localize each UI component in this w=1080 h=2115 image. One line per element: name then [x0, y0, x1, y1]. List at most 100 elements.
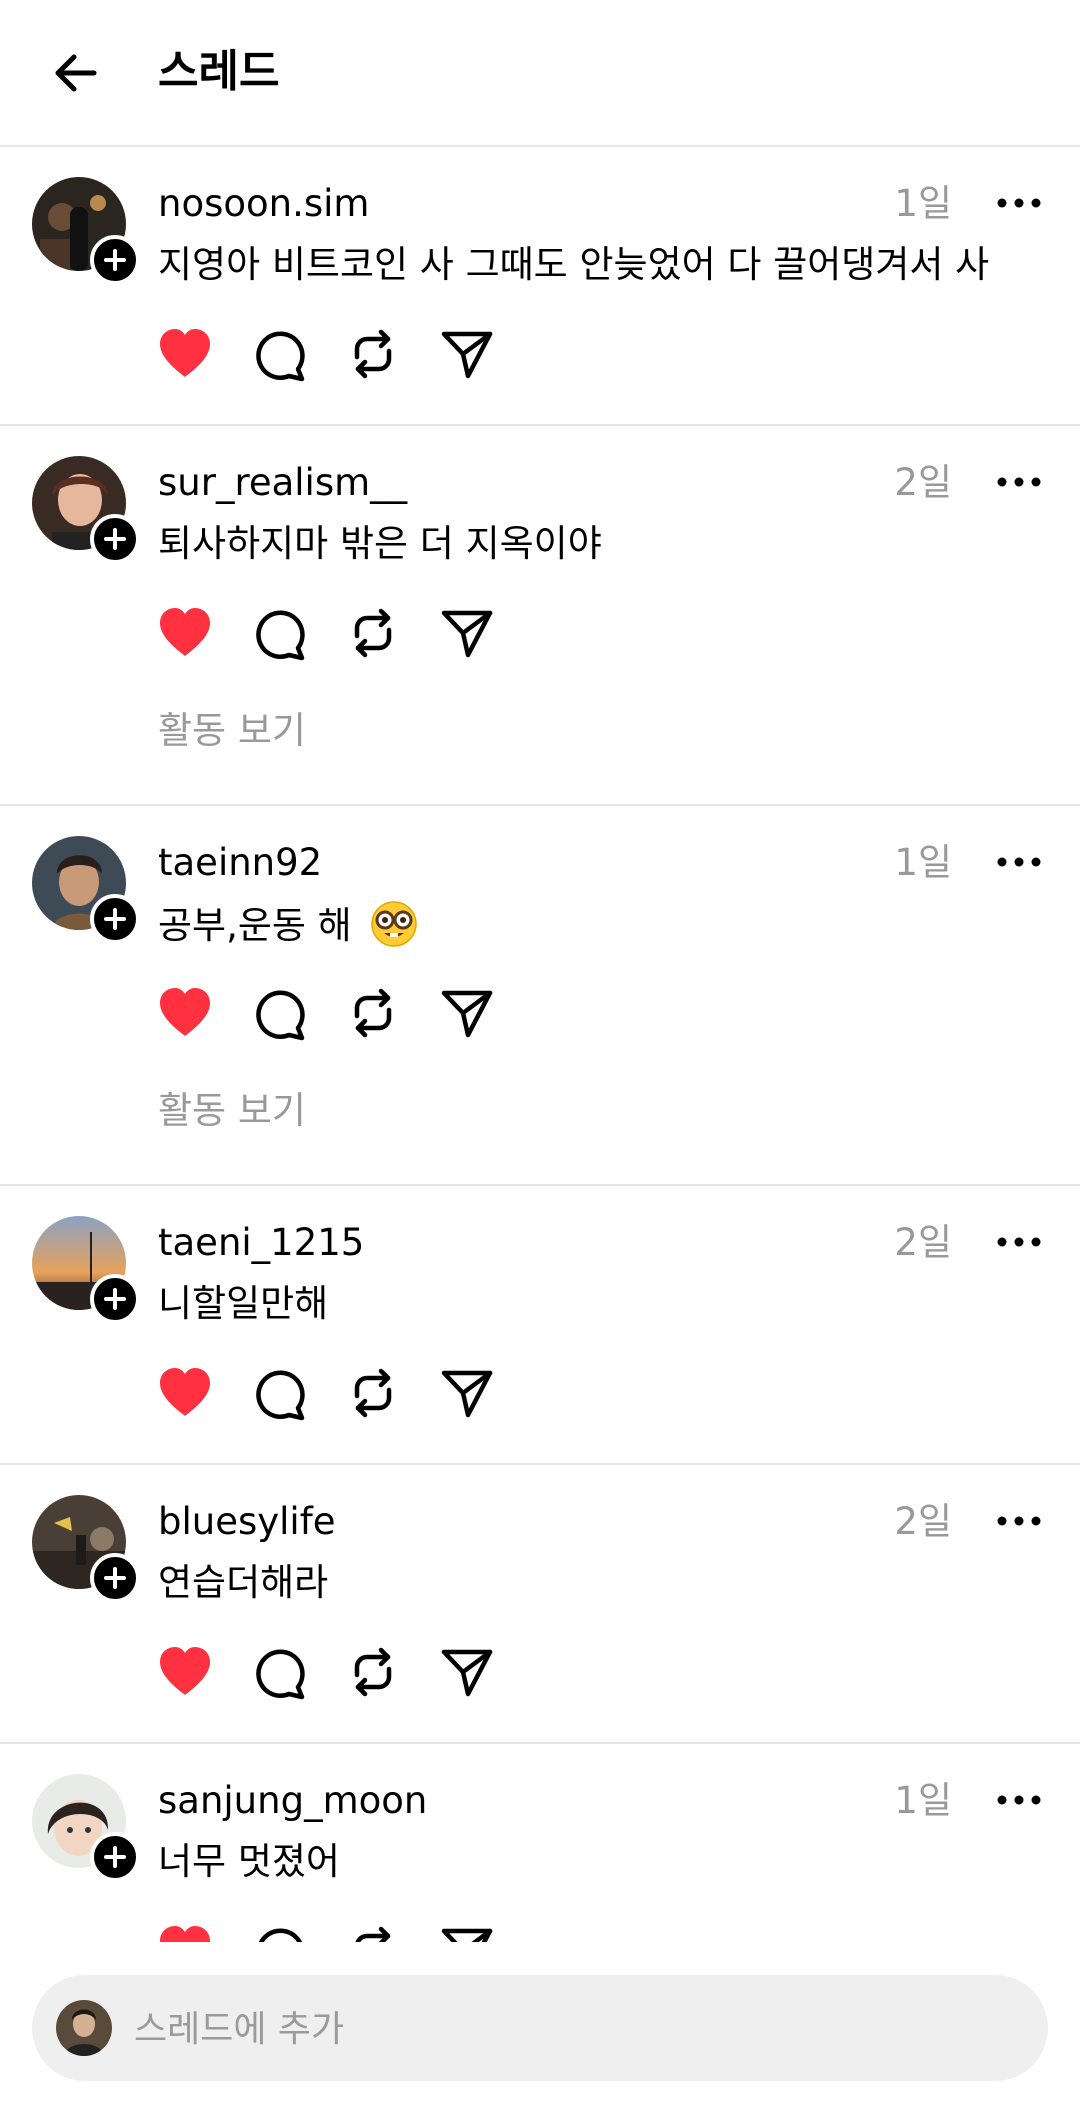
repost-button[interactable]: [344, 604, 402, 662]
send-icon: [441, 1370, 493, 1418]
post-text: 지영아 비트코인 사 그때도 안늦었어 다 끌어댕겨서 사: [158, 243, 990, 286]
share-button[interactable]: [438, 325, 496, 383]
thread-post: nosoon.sim 1일 지영아 비트코인 사 그때도 안늦었어 다 끌어댕겨…: [0, 147, 1080, 426]
plus-icon: [104, 1288, 126, 1310]
back-button[interactable]: [50, 50, 110, 96]
more-dots-icon: [997, 1237, 1041, 1247]
nerd-face-emoji: [370, 901, 417, 947]
thread-post: sanjung_moon 1일 너무 멋졌어: [0, 1744, 1080, 1942]
thread-post: taeni_1215 2일 니할일만해: [0, 1186, 1080, 1465]
send-icon: [441, 1649, 493, 1697]
avatar-container: [32, 1216, 140, 1324]
repost-button[interactable]: [344, 1364, 402, 1422]
more-options-button[interactable]: [996, 1509, 1042, 1533]
follow-button[interactable]: [90, 1274, 140, 1324]
post-text-content: 공부,운동 해: [158, 904, 352, 947]
more-dots-icon: [997, 477, 1041, 487]
more-dots-icon: [997, 1516, 1041, 1526]
follow-button[interactable]: [90, 894, 140, 944]
thread-post: bluesylife 2일 연습더해라: [0, 1465, 1080, 1744]
post-text: 니할일만해: [158, 1282, 329, 1325]
heart-filled-icon: [160, 608, 210, 656]
post-time: 2일: [894, 1500, 952, 1543]
like-button[interactable]: [156, 1922, 214, 1942]
more-options-button[interactable]: [996, 191, 1042, 215]
comment-bubble-icon: [256, 1649, 305, 1700]
follow-button[interactable]: [90, 1553, 140, 1603]
like-button[interactable]: [156, 1643, 214, 1701]
reply-button[interactable]: [250, 984, 308, 1042]
post-time: 2일: [894, 461, 952, 504]
repost-button[interactable]: [344, 1643, 402, 1701]
thread-composer[interactable]: [32, 1975, 1048, 2081]
thread-post: taeinn92 1일 공부,운동 해 활동 보기: [0, 806, 1080, 1186]
page-title: 스레드: [158, 46, 280, 97]
view-activity-link[interactable]: 활동 보기: [158, 1088, 306, 1134]
post-username[interactable]: sur_realism__: [158, 460, 407, 506]
more-options-button[interactable]: [996, 470, 1042, 494]
more-dots-icon: [997, 198, 1041, 208]
post-time: 1일: [894, 182, 952, 225]
reply-button[interactable]: [250, 1922, 308, 1942]
post-time: 1일: [894, 841, 952, 884]
more-options-button[interactable]: [996, 850, 1042, 874]
heart-filled-icon: [160, 1368, 210, 1416]
like-button[interactable]: [156, 325, 214, 383]
repost-icon: [354, 329, 392, 379]
like-button[interactable]: [156, 984, 214, 1042]
repost-button[interactable]: [344, 325, 402, 383]
post-text: 퇴사하지마 밖은 더 지옥이야: [158, 522, 602, 565]
add-thread-input[interactable]: [132, 2000, 1016, 2058]
like-button[interactable]: [156, 604, 214, 662]
send-icon: [441, 990, 493, 1038]
plus-icon: [104, 528, 126, 550]
reply-button[interactable]: [250, 1643, 308, 1701]
share-button[interactable]: [438, 1364, 496, 1422]
more-dots-icon: [997, 1795, 1041, 1805]
post-time: 2일: [894, 1221, 952, 1264]
like-button[interactable]: [156, 1364, 214, 1422]
thread-feed[interactable]: nosoon.sim 1일 지영아 비트코인 사 그때도 안늦었어 다 끌어댕겨…: [0, 147, 1080, 1942]
avatar-container: [32, 1495, 140, 1603]
repost-icon: [354, 1368, 392, 1418]
more-dots-icon: [997, 857, 1041, 867]
current-user-avatar: [56, 2000, 112, 2056]
reply-button[interactable]: [250, 604, 308, 662]
post-username[interactable]: bluesylife: [158, 1499, 336, 1545]
follow-button[interactable]: [90, 514, 140, 564]
repost-button[interactable]: [344, 1922, 402, 1942]
post-username[interactable]: sanjung_moon: [158, 1778, 427, 1824]
top-bar: 스레드: [0, 0, 1080, 147]
share-button[interactable]: [438, 1643, 496, 1701]
comment-bubble-icon: [256, 610, 305, 661]
share-button[interactable]: [438, 1922, 496, 1942]
repost-icon: [354, 1647, 392, 1697]
reply-button[interactable]: [250, 1364, 308, 1422]
reply-button[interactable]: [250, 325, 308, 383]
heart-filled-icon: [160, 1647, 210, 1695]
plus-icon: [104, 1567, 126, 1589]
post-username[interactable]: taeinn92: [158, 840, 322, 886]
view-activity-link[interactable]: 활동 보기: [158, 708, 306, 754]
heart-filled-icon: [160, 329, 210, 377]
more-options-button[interactable]: [996, 1230, 1042, 1254]
share-button[interactable]: [438, 984, 496, 1042]
follow-button[interactable]: [90, 235, 140, 285]
heart-filled-icon: [160, 1926, 210, 1942]
post-username[interactable]: nosoon.sim: [158, 181, 369, 227]
repost-button[interactable]: [344, 984, 402, 1042]
repost-icon: [355, 1926, 391, 1942]
avatar-container: [32, 836, 140, 944]
follow-button[interactable]: [90, 1832, 140, 1882]
send-icon: [441, 610, 493, 658]
comment-bubble-icon: [256, 1370, 305, 1421]
repost-icon: [354, 988, 392, 1038]
repost-icon: [354, 608, 392, 658]
more-options-button[interactable]: [996, 1788, 1042, 1812]
share-button[interactable]: [438, 604, 496, 662]
avatar-container: [32, 456, 140, 564]
avatar-container: [32, 177, 140, 285]
post-username[interactable]: taeni_1215: [158, 1220, 364, 1266]
post-text: 너무 멋졌어: [158, 1840, 340, 1883]
comment-bubble-icon: [256, 331, 305, 382]
